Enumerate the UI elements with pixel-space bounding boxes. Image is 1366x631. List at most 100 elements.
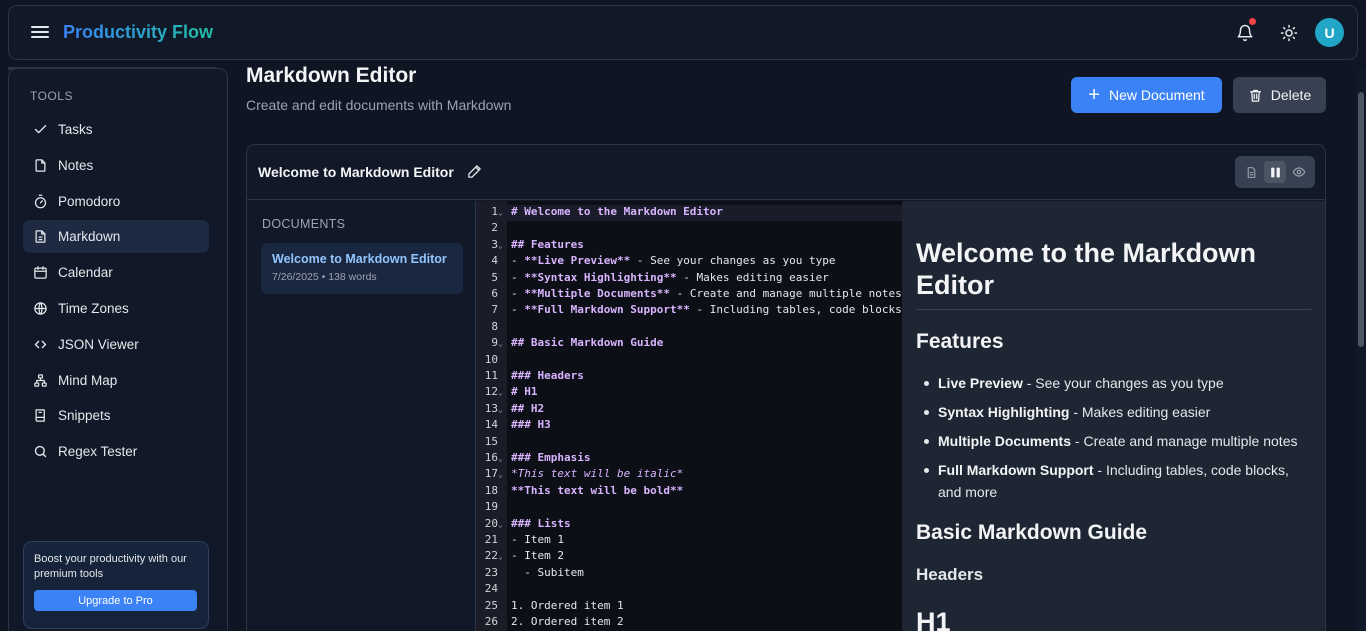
fold-chevron-icon[interactable]: ⌄ <box>498 552 503 561</box>
fold-chevron-icon[interactable]: ⌄ <box>498 454 503 463</box>
preview-guide-heading: Basic Markdown Guide <box>916 521 1148 544</box>
line-number: 23 <box>484 565 498 579</box>
preview-h1-sample: H1 <box>916 607 951 631</box>
notifications-button[interactable] <box>1234 18 1256 44</box>
book-icon <box>32 408 48 424</box>
new-document-button[interactable]: + New Document <box>1071 77 1222 113</box>
fold-chevron-icon[interactable]: ⌄ <box>498 388 503 397</box>
code-line-text: - **Multiple Documents** - Create and ma… <box>511 287 902 300</box>
preview-view-button[interactable] <box>1288 161 1310 183</box>
user-avatar[interactable]: U <box>1315 18 1344 47</box>
pencil-icon[interactable] <box>467 164 482 184</box>
code-line-text: *This text will be italic* <box>511 467 684 481</box>
code-line: 5 - **Syntax Highlighting** - Makes editi… <box>476 271 902 287</box>
sidebar-item-label: Mind Map <box>58 372 118 388</box>
timer-icon <box>32 193 48 209</box>
sidebar-item-label: Time Zones <box>58 300 129 316</box>
line-number: 15 <box>484 434 498 448</box>
preview-heading-1: Welcome to the Markdown Editor <box>916 237 1311 310</box>
fold-chevron-icon[interactable]: ⌄ <box>498 405 503 414</box>
sidebar-item-pomodoro[interactable]: Pomodoro <box>23 185 209 218</box>
preview-features-heading: Features <box>916 330 1004 353</box>
code-line: 12 ⌄ # H1 <box>476 385 902 401</box>
sidebar-item-label: JSON Viewer <box>58 336 139 352</box>
sidebar-item-tasks[interactable]: Tasks <box>23 113 209 146</box>
code-icon <box>32 336 48 352</box>
line-number: 2 <box>491 221 498 235</box>
code-line-text: # H1 <box>511 385 538 399</box>
code-line-text: 1. Ordered item 1 <box>511 598 624 612</box>
split-view-button[interactable] <box>1264 161 1286 183</box>
hamburger-menu-icon[interactable] <box>31 23 49 41</box>
scrollbar-thumb[interactable] <box>1358 92 1364 347</box>
code-line: 13 ⌄ ## H2 <box>476 402 902 418</box>
line-number: 12 <box>484 385 498 399</box>
fold-chevron-icon[interactable]: ⌄ <box>498 241 503 250</box>
upgrade-button[interactable]: Upgrade to Pro <box>34 590 197 611</box>
markdown-preview: Welcome to the Markdown Editor Features … <box>902 201 1325 631</box>
code-line: 2 <box>476 221 902 237</box>
sidebar-item-time-zones[interactable]: Time Zones <box>23 292 209 325</box>
code-line: 17 ⌄ *This text will be italic* <box>476 467 902 483</box>
search-icon <box>32 444 48 460</box>
line-number: 24 <box>484 582 498 596</box>
line-number: 22 <box>484 549 498 563</box>
delete-button[interactable]: Delete <box>1233 77 1326 113</box>
app-title[interactable]: Productivity Flow <box>63 22 213 43</box>
line-number: 6 <box>491 287 498 300</box>
line-number: 25 <box>484 598 498 612</box>
code-line-text: ### H3 <box>511 418 551 432</box>
fold-chevron-icon[interactable]: ⌄ <box>498 470 503 479</box>
sidebar-item-markdown[interactable]: Markdown <box>23 220 209 254</box>
plus-icon: + <box>1088 84 1100 106</box>
document-item-meta: 7/26/2025 • 138 words <box>272 271 377 283</box>
code-line: 7 - **Full Markdown Support** - Including… <box>476 303 902 319</box>
code-line-text: ### Lists <box>511 516 571 530</box>
file-icon <box>32 157 48 173</box>
check-icon <box>32 122 48 138</box>
sidebar-item-json-viewer[interactable]: JSON Viewer <box>23 328 209 361</box>
delete-label: Delete <box>1270 87 1312 103</box>
calendar-icon <box>32 265 48 281</box>
markdown-code-editor[interactable]: 1 ⌄ # Welcome to the Markdown Editor 2 3 ⌄ ## … <box>476 201 902 631</box>
fold-chevron-icon[interactable]: ⌄ <box>498 520 503 529</box>
page-subtitle: Create and edit documents with Markdown <box>246 97 512 113</box>
theme-toggle-button[interactable] <box>1278 22 1300 44</box>
documents-panel: DOCUMENTS Welcome to Markdown Editor 7/2… <box>247 201 476 631</box>
sidebar-item-label: Regex Tester <box>58 444 138 460</box>
document-list-item[interactable]: Welcome to Markdown Editor 7/26/2025 • 1… <box>261 243 463 294</box>
page-scrollbar[interactable] <box>1356 68 1366 631</box>
sidebar-item-regex-tester[interactable]: Regex Tester <box>23 435 209 468</box>
document-item-title: Welcome to Markdown Editor <box>272 252 447 266</box>
sidebar-item-notes[interactable]: Notes <box>23 149 209 182</box>
line-number: 9 <box>491 336 498 350</box>
sidebar-item-label: Pomodoro <box>58 193 121 209</box>
code-line: 6 - **Multiple Documents** - Create and m… <box>476 287 902 303</box>
eye-icon <box>1292 167 1306 177</box>
code-line: 16 ⌄ ### Emphasis <box>476 451 902 467</box>
sidebar-section-label: TOOLS <box>30 89 73 103</box>
sidebar-item-mind-map[interactable]: Mind Map <box>23 364 209 397</box>
code-line: 22 ⌄ - Item 2 <box>476 549 902 565</box>
code-line-text: - **Full Markdown Support** - Including … <box>511 303 902 317</box>
code-line: 1 ⌄ # Welcome to the Markdown Editor <box>476 205 902 222</box>
sidebar-item-label: Calendar <box>58 265 113 281</box>
fold-chevron-icon[interactable]: ⌄ <box>498 339 503 348</box>
sidebar: TOOLS Tasks Notes Pomodoro Markdown Cale… <box>8 68 228 631</box>
upgrade-promo: Boost your productivity with our premium… <box>23 541 209 629</box>
code-line-text: ### Headers <box>511 369 584 382</box>
sidebar-item-snippets[interactable]: Snippets <box>23 399 209 432</box>
sidebar-item-calendar[interactable]: Calendar <box>23 256 209 289</box>
list-item: Multiple Documents - Create and manage m… <box>916 430 1316 452</box>
line-number: 16 <box>484 451 498 464</box>
notification-dot <box>1249 18 1256 25</box>
line-number: 19 <box>484 500 498 514</box>
line-number: 5 <box>491 270 498 284</box>
code-line: 24 <box>476 582 902 598</box>
line-number: 11 <box>484 369 498 382</box>
fold-chevron-icon[interactable]: ⌄ <box>498 208 503 217</box>
file-text-icon <box>1247 166 1255 178</box>
code-line-text: - **Syntax Highlighting** - Makes editin… <box>511 270 829 284</box>
documents-label: DOCUMENTS <box>262 217 346 231</box>
editor-view-button[interactable] <box>1240 161 1262 183</box>
